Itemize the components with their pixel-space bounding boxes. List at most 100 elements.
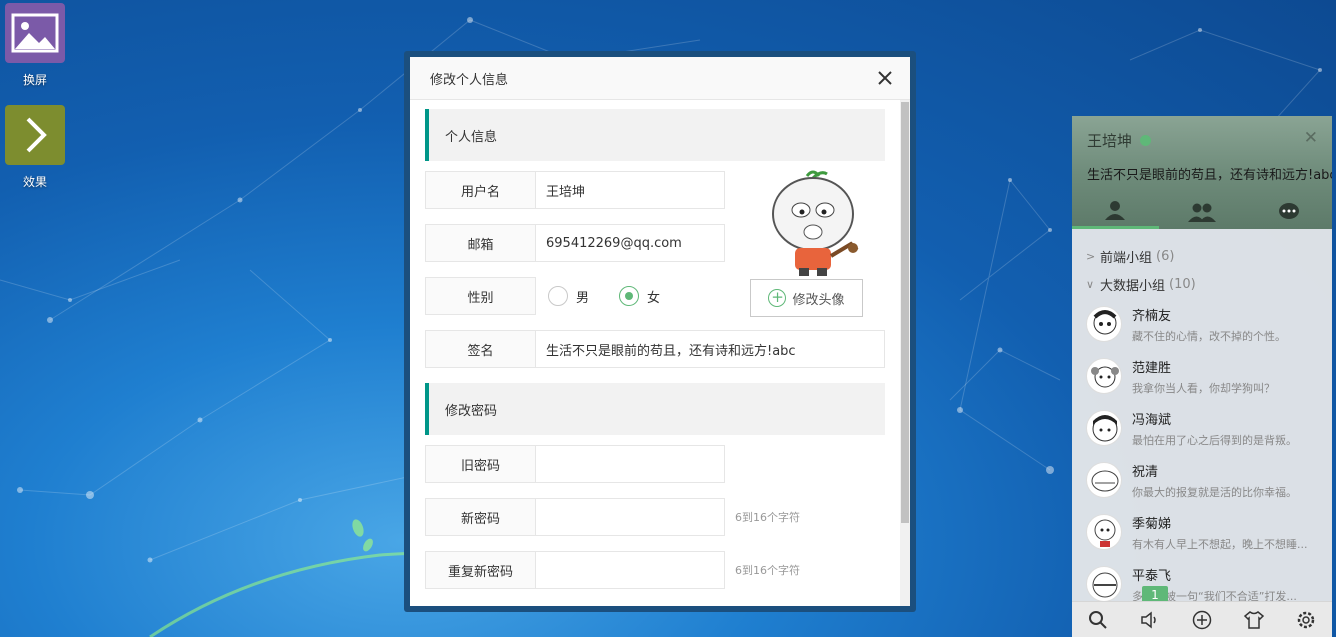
chat-user-signature: 生活不只是眼前的苟且，还有诗和远方!abc: [1087, 168, 1332, 183]
radio-label: 女: [647, 290, 661, 306]
friend-name: 季菊娣: [1132, 516, 1172, 532]
username-label: 用户名: [425, 171, 536, 209]
skin-icon[interactable]: [1243, 609, 1265, 631]
avatar: [1086, 566, 1122, 602]
friend-signature: 有木有人早上不想起，晚上不想睡...: [1132, 537, 1308, 551]
chat-bubble-icon: [1278, 202, 1299, 219]
gender-radio-male[interactable]: 男: [548, 286, 589, 306]
desktop-icon-label: 效果: [22, 175, 47, 189]
friend-item[interactable]: 范建胜我拿你当人看，你却学狗叫？: [1072, 350, 1332, 402]
friend-signature: 藏不住的心情，改不掉的个性。: [1132, 329, 1286, 343]
friend-name: 祝清: [1132, 464, 1159, 480]
friend-item[interactable]: 祝清你最大的报复就是活的比你幸福。: [1072, 454, 1332, 506]
dialog-scrollbar[interactable]: [900, 100, 910, 606]
radio-circle-icon: [548, 286, 568, 306]
avatar: [1086, 410, 1122, 446]
new-password-input[interactable]: [536, 498, 725, 536]
plus-icon: +: [768, 289, 787, 307]
section-profile: 个人信息: [425, 109, 885, 161]
gear-icon[interactable]: [1295, 609, 1317, 631]
dialog-body: 个人信息 用户名 邮箱 性别 男 女 签名: [410, 100, 900, 606]
new-password-label: 新密码: [425, 498, 536, 536]
repeat-password-input[interactable]: [536, 551, 725, 589]
change-avatar-label: 修改头像: [792, 292, 845, 308]
signature-label: 签名: [425, 330, 536, 368]
group-name: 大数据小组: [1100, 278, 1166, 294]
friend-item[interactable]: 季菊娣有木有人早上不想起，晚上不想睡...: [1072, 506, 1332, 558]
email-input[interactable]: [536, 224, 725, 262]
friend-name: 范建胜: [1132, 360, 1172, 376]
desktop-icon-label: 换屏: [22, 73, 47, 87]
username-input[interactable]: [536, 171, 725, 209]
chat-header: 王培坤 ✕ 生活不只是眼前的苟且，还有诗和远方!abc: [1072, 116, 1332, 229]
avatar: [1086, 358, 1122, 394]
section-password: 修改密码: [425, 383, 885, 435]
volume-icon[interactable]: [1139, 609, 1161, 631]
friend-signature: 你最大的报复就是活的比你幸福。: [1132, 485, 1297, 499]
tab-history[interactable]: [1245, 194, 1332, 229]
chat-user-name: 王培坤: [1087, 132, 1133, 150]
radio-checked-icon: [619, 286, 640, 306]
users-icon: [1188, 203, 1216, 222]
gender-row: 性别 男 女: [425, 277, 690, 315]
desktop-icon-effects[interactable]: 效果: [5, 105, 65, 190]
avatar: [1086, 462, 1122, 498]
new-password-hint: 6到16个字符: [735, 511, 800, 524]
repeat-password-label: 重复新密码: [425, 551, 536, 589]
chevron-right-icon: [5, 105, 65, 165]
image-icon: [5, 3, 65, 63]
new-password-row: 新密码 6到16个字符: [425, 498, 800, 536]
avatar-image: [755, 170, 875, 280]
friend-list: > 前端小组 (6) ∨ 大数据小组 (10) 齐楠友藏不住的心情，改不掉的个性…: [1072, 242, 1332, 610]
friend-signature: 最怕在用了心之后得到的是背叛。: [1132, 433, 1297, 447]
tab-groups[interactable]: [1159, 194, 1246, 229]
scrollbar-thumb[interactable]: [901, 102, 909, 523]
group-name: 前端小组: [1100, 250, 1153, 266]
group-count: (6): [1156, 248, 1175, 264]
avatar: [1086, 514, 1122, 550]
friend-name: 冯海斌: [1132, 412, 1172, 428]
dialog-header: 修改个人信息: [410, 57, 910, 100]
avatar: [1086, 306, 1122, 342]
dialog-title: 修改个人信息: [430, 72, 509, 88]
desktop-icon-change-screen[interactable]: 换屏: [5, 3, 65, 88]
edit-profile-dialog: 修改个人信息 个人信息 用户名 邮箱 性别 男: [410, 57, 910, 606]
gender-label: 性别: [425, 277, 536, 315]
repeat-password-row: 重复新密码 6到16个字符: [425, 551, 800, 589]
gender-radio-group: 男 女: [536, 277, 690, 315]
group-bigdata[interactable]: ∨ 大数据小组 (10): [1072, 270, 1332, 298]
close-icon[interactable]: [876, 69, 894, 87]
chevron-down-icon: ∨: [1086, 277, 1095, 291]
old-password-row: 旧密码: [425, 445, 725, 483]
search-icon[interactable]: [1087, 609, 1109, 631]
repeat-password-hint: 6到16个字符: [735, 564, 800, 577]
section-title: 修改密码: [445, 403, 498, 419]
signature-input[interactable]: [536, 330, 885, 368]
old-password-input[interactable]: [536, 445, 725, 483]
email-row: 邮箱: [425, 224, 725, 262]
friend-item[interactable]: 冯海斌最怕在用了心之后得到的是背叛。: [1072, 402, 1332, 454]
change-avatar-button[interactable]: + 修改头像: [750, 279, 863, 317]
friend-item[interactable]: 齐楠友藏不住的心情，改不掉的个性。: [1072, 298, 1332, 350]
email-label: 邮箱: [425, 224, 536, 262]
close-icon[interactable]: ✕: [1304, 128, 1318, 148]
friend-signature: 我拿你当人看，你却学狗叫？: [1132, 381, 1275, 395]
add-icon[interactable]: [1191, 609, 1213, 631]
group-count: (10): [1169, 276, 1196, 292]
chat-tabs: [1072, 194, 1332, 229]
section-title: 个人信息: [445, 129, 498, 145]
online-status-icon: [1140, 135, 1152, 146]
signature-row: 签名: [425, 330, 885, 368]
user-icon: [1105, 201, 1126, 220]
gender-radio-female[interactable]: 女: [619, 286, 660, 306]
friend-name: 齐楠友: [1132, 308, 1172, 324]
username-row: 用户名: [425, 171, 725, 209]
radio-label: 男: [576, 290, 590, 306]
group-frontend[interactable]: > 前端小组 (6): [1072, 242, 1332, 270]
old-password-label: 旧密码: [425, 445, 536, 483]
tab-friends[interactable]: [1072, 194, 1159, 229]
chat-user: 王培坤: [1087, 130, 1152, 151]
chat-panel: 王培坤 ✕ 生活不只是眼前的苟且，还有诗和远方!abc > 前端小组 (6) ∨…: [1072, 116, 1332, 637]
chevron-right-icon: >: [1086, 249, 1096, 263]
chat-toolbar: [1072, 601, 1332, 637]
